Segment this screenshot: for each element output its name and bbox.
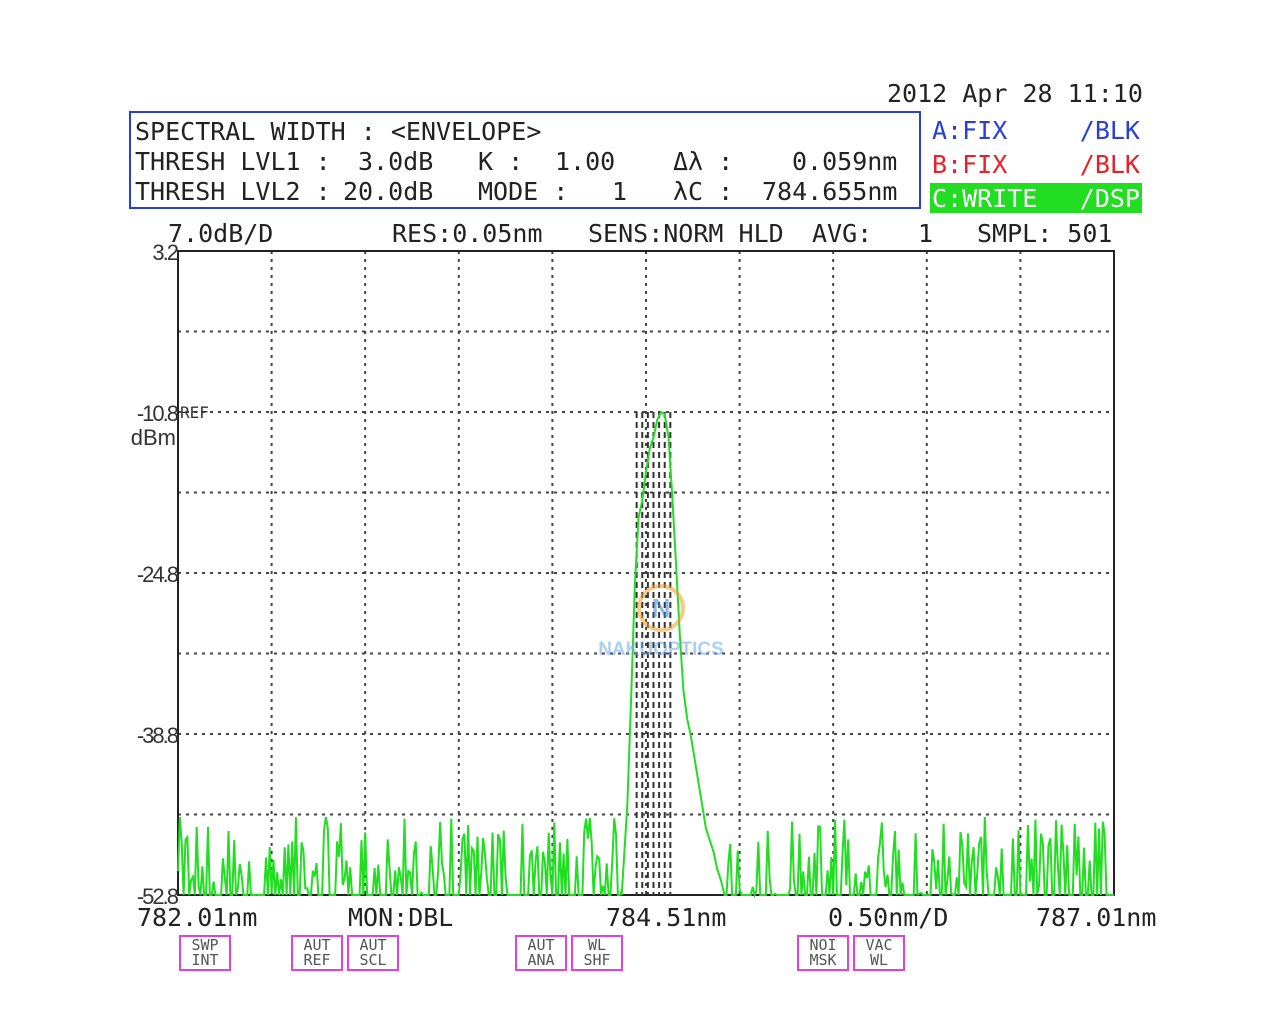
- y-tick-label: 3.2: [152, 240, 178, 265]
- softkey-auto-analysis[interactable]: AUT ANA: [515, 935, 567, 971]
- y-tick-label: -10.8: [137, 401, 179, 426]
- spectrum-chart: 3.2-10.8-24.8-38.8-52.8dBmREF: [131, 240, 1115, 909]
- softkey-label-bottom: REF: [303, 951, 331, 969]
- softkey-wl-shift[interactable]: WL SHF: [571, 935, 623, 971]
- softkey-vacuum-wl[interactable]: VAC WL: [853, 935, 905, 971]
- softkey-label-bottom: WL: [869, 951, 889, 969]
- ref-level-label: REF: [180, 403, 209, 422]
- softkey-auto-ref[interactable]: AUT REF: [291, 935, 343, 971]
- span-per-div: 0.50nm/D: [828, 903, 949, 932]
- watermark-logo-icon: N NAKUOPTICS: [598, 584, 724, 660]
- watermark-logo-letter: N: [652, 593, 671, 623]
- softkey-label-bottom: ANA: [527, 951, 555, 969]
- y-axis-label: dBm: [131, 425, 176, 450]
- start-wavelength: 782.01nm: [137, 903, 258, 932]
- softkey-label-bottom: MSK: [809, 951, 837, 969]
- y-tick-label: -38.8: [137, 723, 179, 748]
- watermark: N NAKUOPTICS: [586, 583, 736, 663]
- softkey-auto-scale[interactable]: AUT SCL: [347, 935, 399, 971]
- watermark-text: NAKUOPTICS: [598, 639, 724, 660]
- softkey-label-bottom: INT: [191, 951, 219, 969]
- y-tick-label: -24.8: [137, 562, 179, 587]
- softkey-sweep-interval[interactable]: SWP INT: [179, 935, 231, 971]
- softkey-label-bottom: SCL: [359, 951, 387, 969]
- softkey-noise-mask[interactable]: NOI MSK: [797, 935, 849, 971]
- monitor-mode: MON:DBL: [348, 903, 454, 932]
- center-wavelength: 784.51nm: [606, 903, 727, 932]
- softkey-label-bottom: SHF: [583, 951, 611, 969]
- stop-wavelength: 787.01nm: [1036, 903, 1157, 932]
